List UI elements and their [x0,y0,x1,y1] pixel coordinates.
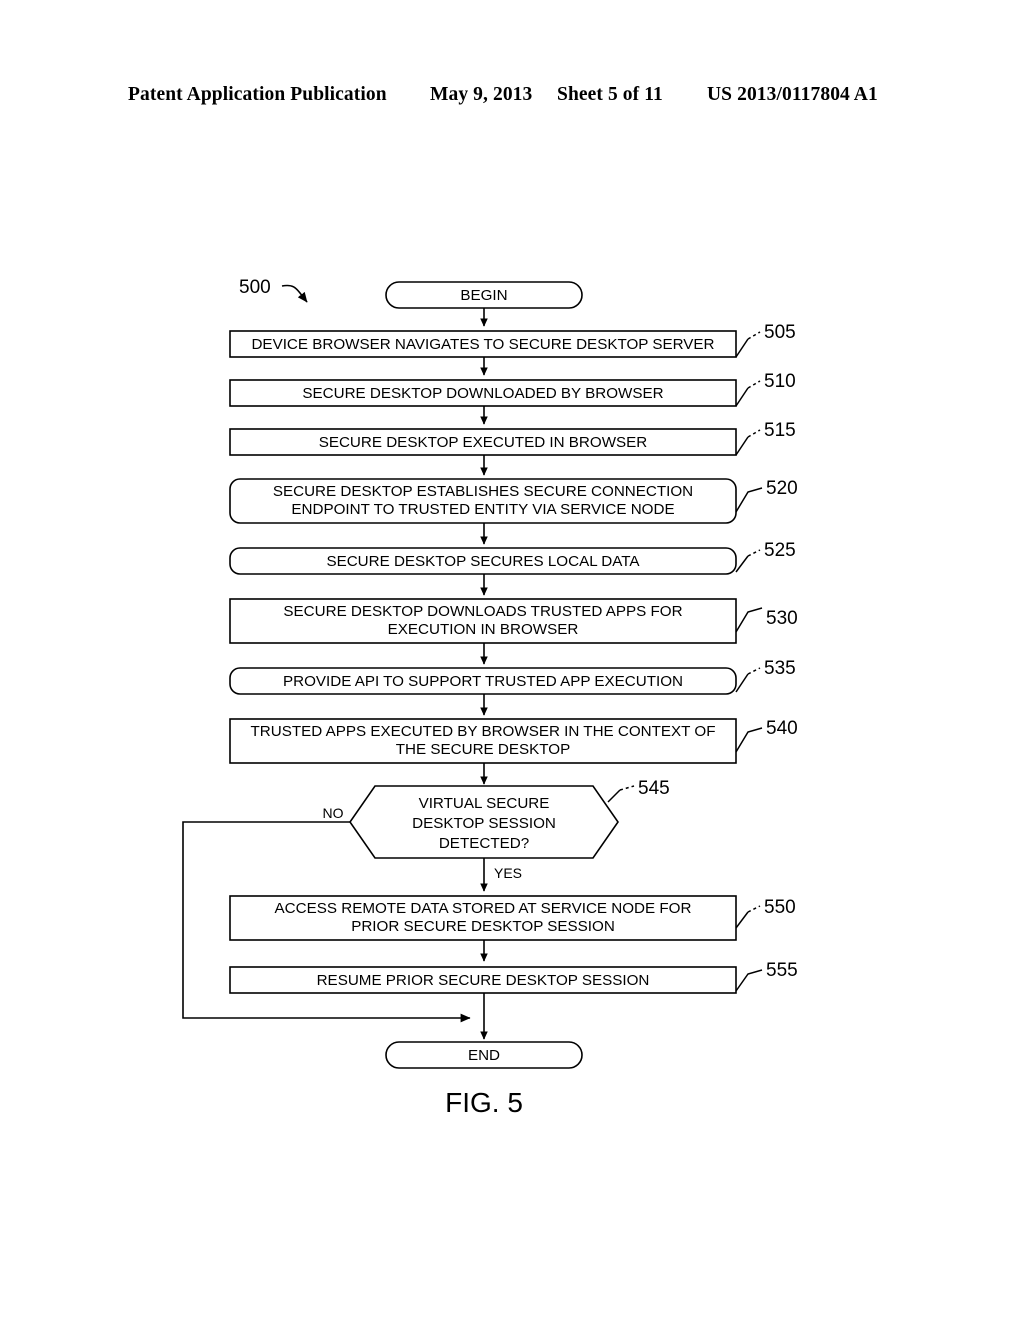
step-530-ref: 530 [766,608,798,629]
step-515-leader-dash [747,429,761,438]
step-505-ref: 505 [764,322,796,343]
step-540-ref: 540 [766,718,798,739]
step-535-line-1: PROVIDE API TO SUPPORT TRUSTED APP EXECU… [283,673,683,690]
step-550-line-2: PRIOR SECURE DESKTOP SESSION [351,918,615,935]
step-550-line-1: ACCESS REMOTE DATA STORED AT SERVICE NOD… [275,900,692,917]
step-545-leader [607,789,621,803]
step-535-ref: 535 [764,658,796,679]
step-515-line-1: SECURE DESKTOP EXECUTED IN BROWSER [319,434,648,451]
figure-5-flowchart: 500 BEGIN DEVICE BROWSER NAVIGATES TO SE… [0,0,1024,1320]
step-535-leader-dash [747,667,761,675]
step-550-leader-dash [747,905,761,913]
step-510-line-1: SECURE DESKTOP DOWNLOADED BY BROWSER [302,385,663,402]
step-545-line-2: DESKTOP SESSION [412,815,556,832]
step-540-line-1: TRUSTED APPS EXECUTED BY BROWSER IN THE … [251,723,716,740]
step-520-line-1: SECURE DESKTOP ESTABLISHES SECURE CONNEC… [273,483,693,500]
step-510-leader [735,387,749,407]
step-510-leader-dash [747,380,761,389]
diagram-label-leader-arrow [281,284,308,303]
step-505-leader-dash [747,331,761,340]
step-525-line-1: SECURE DESKTOP SECURES LOCAL DATA [326,553,640,570]
step-545-line-3: DETECTED? [439,835,529,852]
step-540-leader [735,727,763,753]
figure-caption: FIG. 5 [445,1087,523,1118]
step-525-leader-dash [747,549,761,557]
step-525-leader [735,555,749,573]
step-550-ref: 550 [764,897,796,918]
terminator-end-label: END [468,1047,500,1064]
step-555-ref: 555 [766,960,798,981]
step-515-leader [735,436,749,456]
step-555-leader [735,969,763,992]
step-535-leader [735,673,749,693]
branch-label-yes: YES [494,865,522,881]
step-505-line-1: DEVICE BROWSER NAVIGATES TO SECURE DESKT… [251,336,714,353]
branch-label-no: NO [323,805,344,821]
step-555-line-1: RESUME PRIOR SECURE DESKTOP SESSION [317,972,650,989]
step-540-line-2: THE SECURE DESKTOP [396,741,570,758]
step-550-leader [735,911,749,929]
step-505-leader [735,338,749,358]
step-510-ref: 510 [764,371,796,392]
step-545-leader-dash [619,785,635,791]
step-520-ref: 520 [766,478,798,499]
step-520-line-2: ENDPOINT TO TRUSTED ENTITY VIA SERVICE N… [291,501,674,518]
step-515-ref: 515 [764,420,796,441]
step-520-leader [735,487,763,513]
step-530-line-1: SECURE DESKTOP DOWNLOADS TRUSTED APPS FO… [283,603,682,620]
step-530-leader [735,607,763,633]
terminator-begin-label: BEGIN [460,287,507,304]
step-545-ref: 545 [638,778,670,799]
step-525-ref: 525 [764,540,796,561]
step-545-line-1: VIRTUAL SECURE [419,795,550,812]
step-530-line-2: EXECUTION IN BROWSER [388,621,579,638]
diagram-label-500: 500 [239,277,271,298]
